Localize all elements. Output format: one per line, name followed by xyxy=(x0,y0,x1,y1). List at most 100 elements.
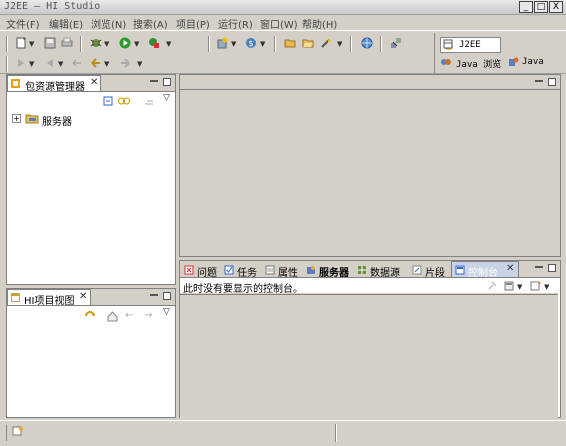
new-server-dropdown-icon[interactable]: ▼ xyxy=(231,40,236,48)
java-browsing-perspective-icon xyxy=(441,59,451,65)
close-button[interactable]: X xyxy=(549,1,563,13)
tab-snippets[interactable]: 片段 xyxy=(410,262,450,279)
external-tools-dropdown-icon[interactable]: ▼ xyxy=(166,40,171,48)
tab-properties[interactable]: 属性 xyxy=(263,262,303,279)
hi-project-view-close-icon[interactable]: ✕ xyxy=(79,291,87,302)
properties-icon xyxy=(265,265,275,275)
console-close-icon[interactable]: ✕ xyxy=(506,263,514,274)
open-project-icon[interactable] xyxy=(302,37,314,49)
menu-bar: 文件(F) 编辑(E) 浏览(N) 搜索(A) 项目(P) 运行(R) 窗口(W… xyxy=(0,15,566,31)
fast-view-icon[interactable] xyxy=(12,426,24,438)
perspective-java[interactable]: Java xyxy=(522,57,544,67)
minimize-button[interactable]: _ xyxy=(519,1,533,13)
back-icon[interactable] xyxy=(90,57,102,69)
svg-text:$: $ xyxy=(249,39,254,48)
web-service-dropdown-icon[interactable]: ▼ xyxy=(260,40,265,48)
run-dropdown-icon[interactable]: ▼ xyxy=(134,40,139,48)
view-menu-icon[interactable]: ▽ xyxy=(163,307,170,317)
wizard-icon[interactable] xyxy=(320,37,332,49)
view-menu-icon[interactable]: ▽ xyxy=(163,93,170,103)
new-dropdown-icon[interactable]: ▼ xyxy=(29,40,34,48)
sync-icon[interactable] xyxy=(84,311,96,322)
open-folder-icon[interactable] xyxy=(284,37,296,49)
globe-icon[interactable] xyxy=(361,37,373,49)
package-explorer-close-icon[interactable]: ✕ xyxy=(90,77,98,88)
perspective-j2ee-label: J2EE xyxy=(459,40,481,50)
tree-item-servers[interactable]: 服务器 xyxy=(42,113,72,128)
forward-dropdown-icon[interactable]: ▼ xyxy=(137,60,142,68)
title-bar: J2EE — HI Studio _ □ X xyxy=(0,0,566,15)
filter-icon[interactable] xyxy=(144,96,154,106)
servers-icon xyxy=(307,266,315,274)
bottom-panel-maximize-icon[interactable] xyxy=(548,264,556,272)
panel-maximize-icon[interactable] xyxy=(163,78,171,86)
menu-file[interactable]: 文件(F) xyxy=(6,16,40,31)
forward-icon[interactable] xyxy=(119,57,131,69)
snippets-icon xyxy=(412,265,422,275)
menu-run[interactable]: 运行(R) xyxy=(218,16,253,31)
display-console-dropdown-icon[interactable]: ▼ xyxy=(517,283,522,291)
last-edit-icon[interactable] xyxy=(71,57,83,69)
run-icon[interactable] xyxy=(119,37,131,49)
debug-dropdown-icon[interactable]: ▼ xyxy=(104,40,109,48)
open-perspective-icon[interactable] xyxy=(443,39,453,49)
problems-icon xyxy=(184,265,194,275)
open-console-dropdown-icon[interactable]: ▼ xyxy=(544,283,549,291)
link-with-editor-icon[interactable] xyxy=(118,96,130,106)
package-explorer-tab[interactable]: 包资源管理器 ✕ xyxy=(7,75,101,93)
tree-expander-icon[interactable]: + xyxy=(12,114,21,123)
perspective-java-browsing[interactable]: Java 浏览 xyxy=(456,57,501,70)
forward-nav-icon[interactable]: → xyxy=(144,310,152,321)
home-icon[interactable] xyxy=(107,311,118,322)
servers-folder-icon xyxy=(25,114,39,124)
bottom-panel: 问题 任务 属性 服务器 数据源 片段 控制台 ✕ 此时没有要显示的控制台。 ▼… xyxy=(179,260,561,418)
new-server-icon[interactable] xyxy=(216,37,228,49)
maximize-button[interactable]: □ xyxy=(534,1,548,13)
back-dropdown-icon[interactable]: ▼ xyxy=(104,60,109,68)
package-explorer-body: ▽ + 服务器 xyxy=(7,91,175,284)
previous-annotation-dropdown-icon[interactable]: ▼ xyxy=(58,60,63,68)
display-console-icon[interactable] xyxy=(504,281,514,291)
back-nav-icon[interactable]: ← xyxy=(125,310,133,321)
wizard-dropdown-icon[interactable]: ▼ xyxy=(337,40,342,48)
debug-icon[interactable] xyxy=(90,37,102,49)
deploy-icon[interactable] xyxy=(390,37,402,49)
collapse-all-icon[interactable] xyxy=(103,96,113,106)
editor-maximize-icon[interactable] xyxy=(548,78,556,86)
menu-window[interactable]: 窗口(W) xyxy=(260,16,298,31)
next-annotation-dropdown-icon[interactable]: ▼ xyxy=(29,60,34,68)
menu-edit[interactable]: 编辑(E) xyxy=(49,16,83,31)
tab-problems[interactable]: 问题 xyxy=(182,262,222,279)
next-annotation-icon[interactable] xyxy=(15,57,27,69)
panel-maximize-icon[interactable] xyxy=(163,292,171,300)
open-console-icon[interactable] xyxy=(530,281,541,291)
menu-help[interactable]: 帮助(H) xyxy=(302,16,337,31)
previous-annotation-icon[interactable] xyxy=(44,57,56,69)
tab-data-source[interactable]: 数据源 xyxy=(355,262,407,279)
package-explorer-panel: 包资源管理器 ✕ ▽ + 服务器 xyxy=(6,74,176,285)
tab-servers[interactable]: 服务器 xyxy=(304,262,354,279)
editor-area xyxy=(179,74,561,257)
bottom-panel-minimize-icon[interactable] xyxy=(535,265,543,268)
package-explorer-icon xyxy=(11,79,20,88)
menu-project[interactable]: 项目(P) xyxy=(176,16,210,31)
hi-project-view-icon xyxy=(11,293,20,302)
hi-project-view-tab[interactable]: HI项目视图 ✕ xyxy=(7,289,91,307)
external-tools-icon[interactable] xyxy=(148,37,160,49)
panel-minimize-icon[interactable] xyxy=(150,79,158,82)
editor-minimize-icon[interactable] xyxy=(535,79,543,82)
console-body: 此时没有要显示的控制台。 ▼ ▼ xyxy=(180,277,560,418)
web-service-icon[interactable]: $ xyxy=(245,37,257,49)
panel-minimize-icon[interactable] xyxy=(150,293,158,296)
print-icon[interactable] xyxy=(61,37,73,49)
pin-console-icon[interactable] xyxy=(487,281,497,291)
hi-project-view-body: ← → ▽ xyxy=(7,305,175,417)
new-icon[interactable] xyxy=(15,37,27,49)
menu-search[interactable]: 搜索(A) xyxy=(133,16,168,31)
tab-console[interactable]: 控制台 ✕ xyxy=(451,261,519,279)
save-icon[interactable] xyxy=(44,37,56,49)
tab-tasks[interactable]: 任务 xyxy=(222,262,262,279)
java-perspective-icon xyxy=(509,57,519,66)
data-source-icon xyxy=(358,266,366,274)
menu-navigate[interactable]: 浏览(N) xyxy=(91,16,126,31)
